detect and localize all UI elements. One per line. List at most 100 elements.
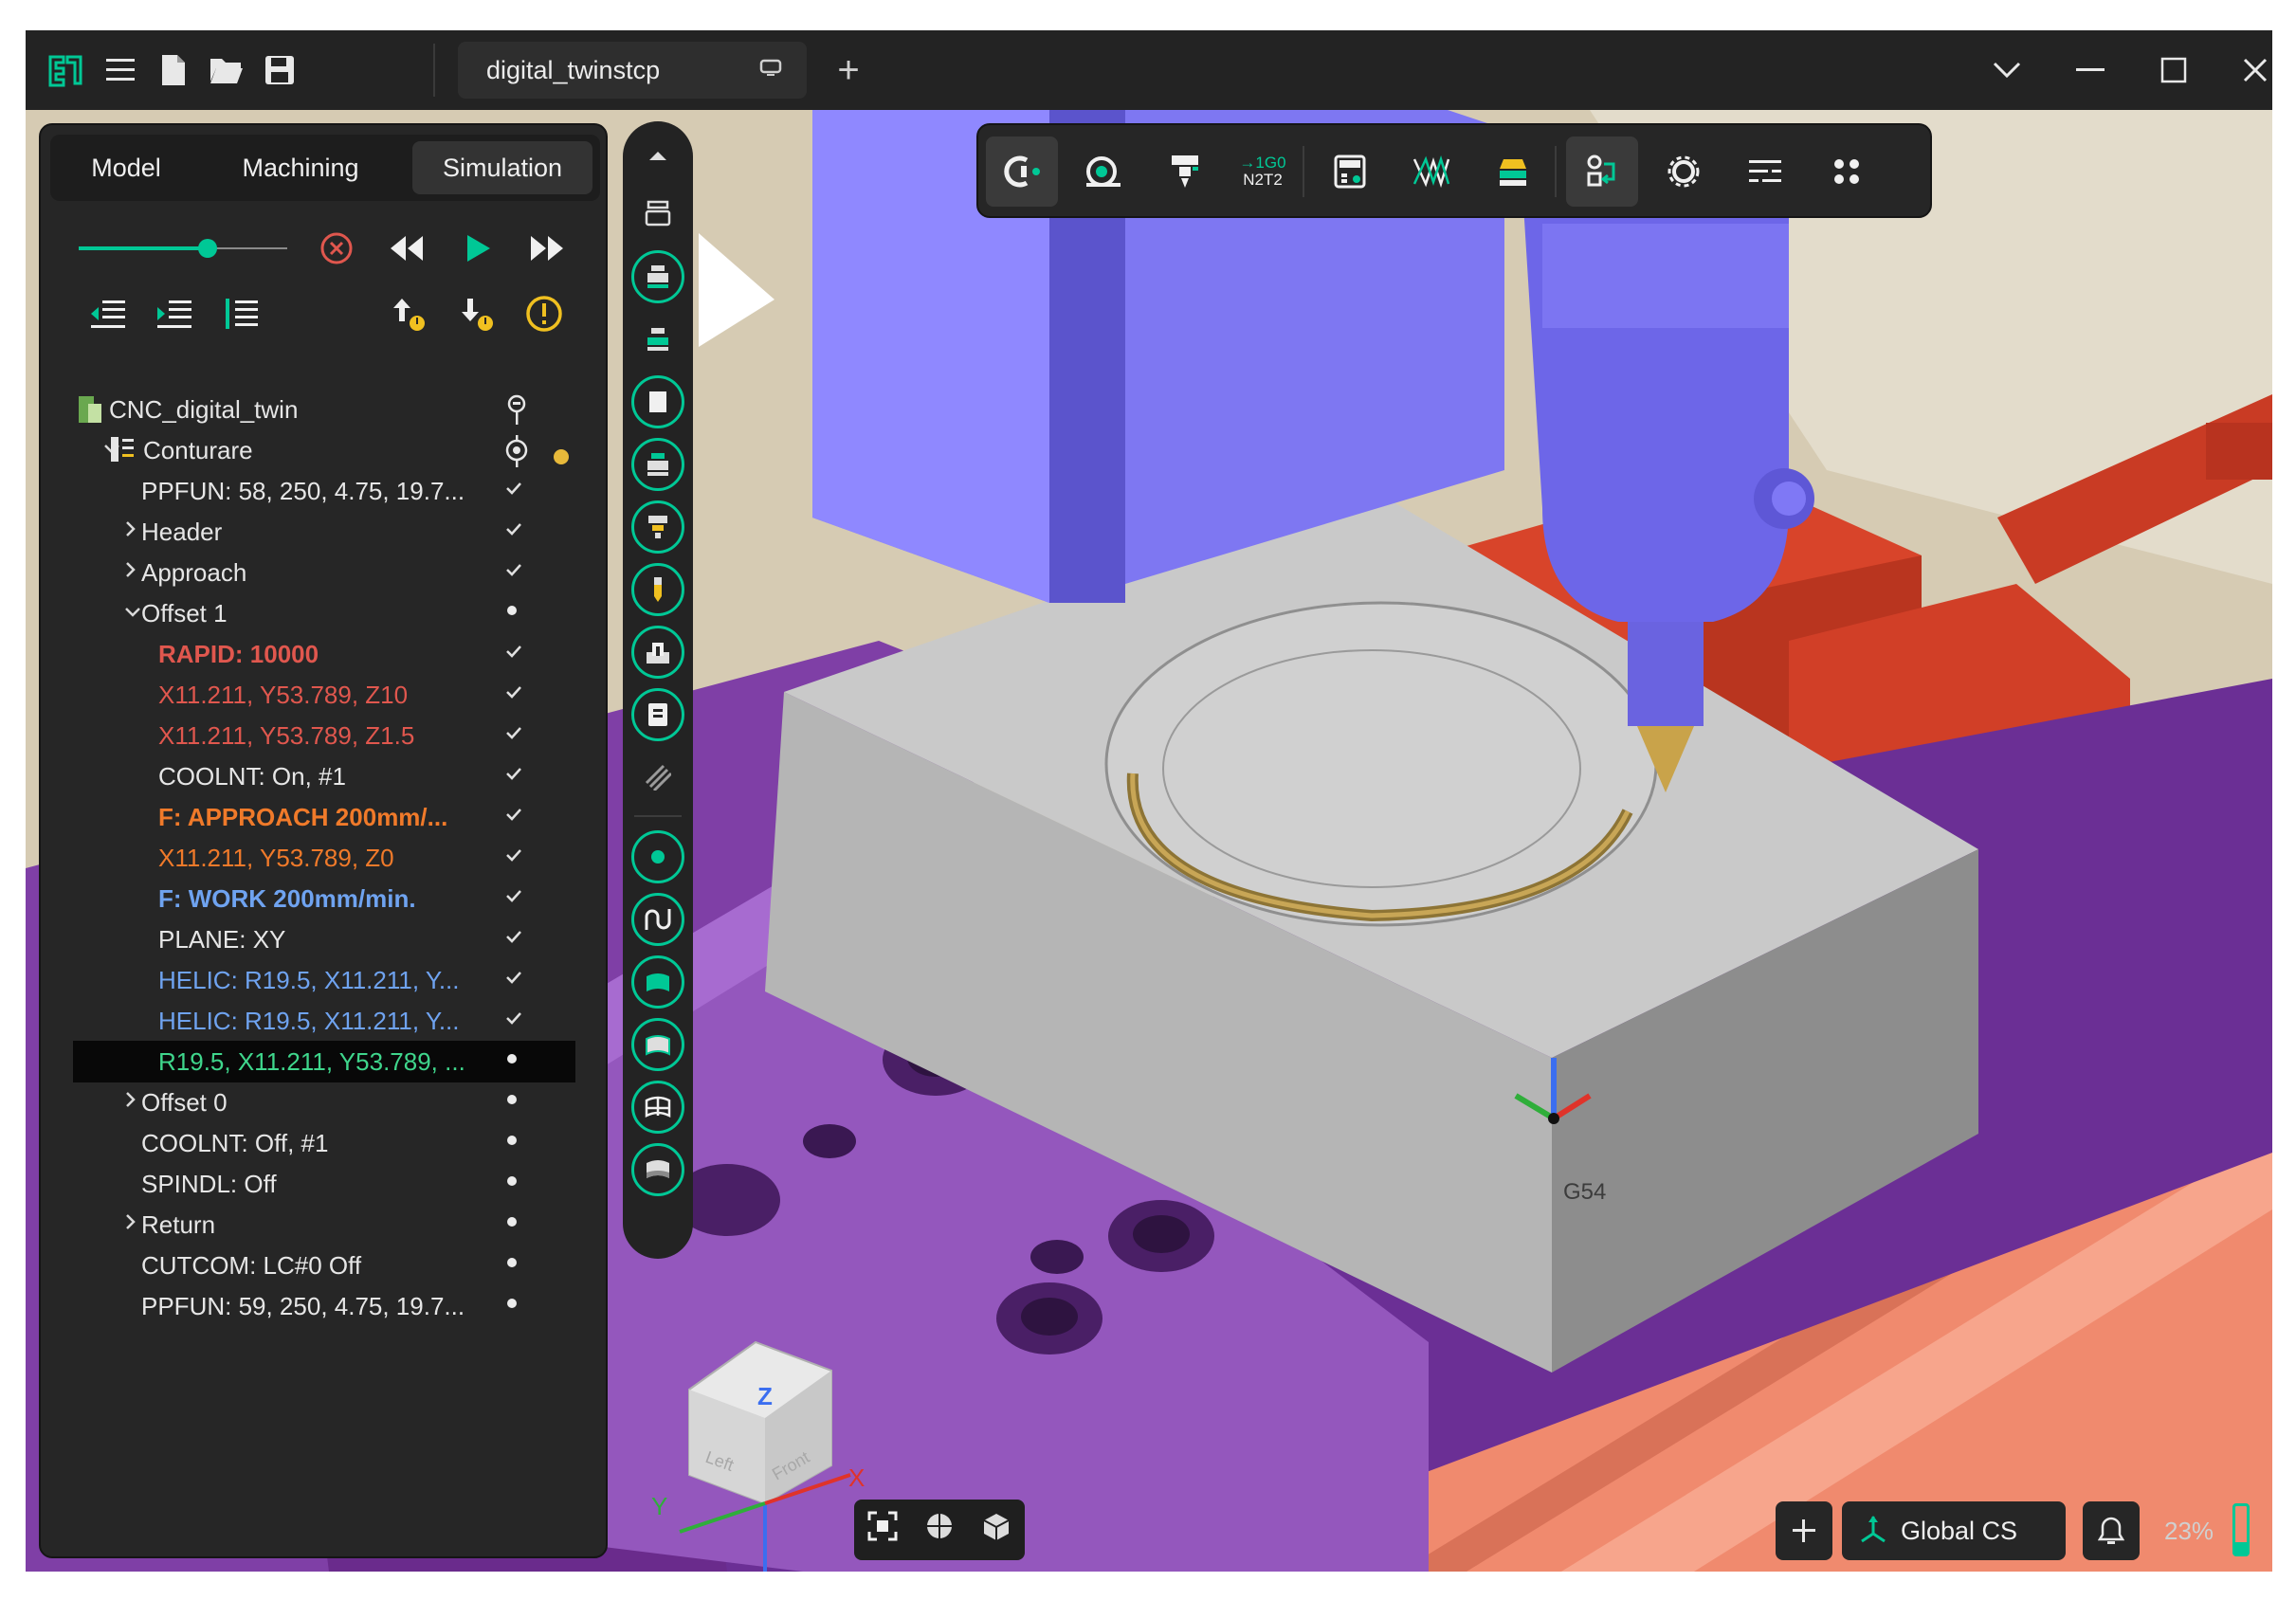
minimize-icon[interactable] — [2066, 45, 2115, 95]
check-icon[interactable] — [505, 843, 522, 867]
stock-icon[interactable] — [631, 250, 684, 303]
rewind-icon[interactable] — [382, 227, 429, 269]
tree-row[interactable]: COOLNT: Off, #1 — [41, 1122, 606, 1164]
tree-row[interactable]: X11.211, Y53.789, Z1.5 — [41, 715, 606, 756]
check-icon[interactable] — [505, 720, 522, 745]
tree-row[interactable]: F: WORK 200mm/min. — [41, 878, 606, 919]
tab-close-icon[interactable] — [759, 57, 782, 84]
indent-left-icon[interactable] — [84, 292, 132, 336]
tree-row[interactable]: Offset 0 — [41, 1082, 606, 1123]
workpiece-icon[interactable] — [631, 438, 684, 491]
tree-row[interactable]: CUTCOM: LC#0 Off — [41, 1245, 606, 1286]
list-numbered-icon[interactable] — [217, 292, 264, 336]
status-dot-icon[interactable] — [505, 1169, 519, 1193]
tree-row[interactable]: Header — [41, 511, 606, 553]
tab-model[interactable]: Model — [60, 141, 192, 194]
pin-icon[interactable] — [505, 394, 528, 432]
play-icon[interactable] — [454, 227, 501, 269]
maximize-icon[interactable] — [2149, 45, 2198, 95]
save-icon[interactable] — [255, 45, 304, 95]
tree-row[interactable]: Offset 1 — [41, 592, 606, 634]
status-dot-icon[interactable] — [505, 598, 519, 623]
tab-simulation[interactable]: Simulation — [412, 141, 592, 194]
tree-row[interactable]: X11.211, Y53.789, Z10 — [41, 674, 606, 716]
check-icon[interactable] — [505, 557, 522, 582]
check-icon[interactable] — [505, 639, 522, 664]
check-icon[interactable] — [505, 680, 522, 704]
view-cube-icon[interactable] — [981, 1511, 1011, 1549]
tree-row[interactable]: SPINDL: Off — [41, 1163, 606, 1205]
chevron-down-icon[interactable] — [1982, 45, 2032, 95]
notifications-bell-icon[interactable] — [2083, 1501, 2140, 1560]
simulation-speed-slider[interactable] — [79, 237, 287, 260]
tree-row[interactable]: CNC_digital_twin — [41, 389, 606, 432]
status-dot-icon[interactable] — [505, 1250, 519, 1275]
toolpath-icon[interactable] — [1395, 136, 1467, 207]
check-icon[interactable] — [505, 883, 522, 908]
new-tab-button[interactable]: + — [824, 45, 873, 95]
fixture-icon[interactable] — [631, 375, 684, 428]
machine-state-icon[interactable] — [1566, 136, 1638, 207]
view-sphere-icon[interactable] — [924, 1511, 955, 1549]
warning-icon[interactable] — [520, 292, 568, 336]
tree-row[interactable]: HELIC: R19.5, X11.211, Y... — [41, 1000, 606, 1042]
tree-row[interactable]: Return — [41, 1204, 606, 1245]
check-icon[interactable] — [505, 965, 522, 990]
tree-row[interactable]: Approach — [41, 552, 606, 593]
chevron-right-icon[interactable] — [124, 559, 137, 584]
tree-row[interactable]: COOLNT: On, #1 — [41, 755, 606, 797]
next-warning-icon[interactable] — [454, 292, 501, 336]
app-logo-icon[interactable] — [41, 45, 90, 95]
clamp-icon[interactable] — [631, 626, 684, 679]
check-icon[interactable] — [505, 517, 522, 541]
nc-code-icon[interactable]: →1G0 N2T2 — [1227, 136, 1299, 207]
more-options-icon[interactable] — [1811, 136, 1883, 207]
check-icon[interactable] — [505, 802, 522, 827]
hatch-icon[interactable] — [631, 751, 684, 804]
coordinate-system-selector[interactable]: Global CS — [1842, 1501, 2066, 1560]
check-icon[interactable] — [505, 1006, 522, 1030]
chevron-right-icon[interactable] — [124, 518, 137, 543]
target-icon[interactable] — [505, 435, 534, 473]
status-dot-icon[interactable] — [505, 1087, 519, 1112]
tree-row[interactable]: F: APPROACH 200mm/... — [41, 796, 606, 838]
chevron-right-icon[interactable] — [124, 1211, 137, 1236]
collapse-up-icon[interactable] — [631, 129, 684, 182]
stop-icon[interactable] — [316, 227, 357, 269]
tool-holder-icon[interactable] — [631, 500, 684, 554]
tree-row[interactable]: PLANE: XY — [41, 918, 606, 960]
tree-row[interactable]: RAPID: 10000 — [41, 633, 606, 675]
open-folder-icon[interactable] — [202, 45, 251, 95]
close-icon[interactable] — [2231, 45, 2272, 95]
machine-icon[interactable] — [631, 188, 684, 241]
tool-view-icon[interactable] — [1067, 136, 1139, 207]
check-icon[interactable] — [505, 924, 522, 949]
solid-icon[interactable] — [631, 1143, 684, 1196]
collision-check-icon[interactable] — [986, 136, 1058, 207]
check-icon[interactable] — [505, 761, 522, 786]
add-coordinate-system-button[interactable] — [1776, 1501, 1832, 1560]
tree-row[interactable]: R19.5, X11.211, Y53.789, ... — [73, 1041, 575, 1082]
material-removal-icon[interactable] — [1477, 136, 1549, 207]
previous-warning-icon[interactable] — [386, 292, 433, 336]
menu-icon[interactable] — [96, 45, 145, 95]
drill-tool-icon[interactable] — [631, 563, 684, 616]
tree-row[interactable]: PPFUN: 59, 250, 4.75, 19.7... — [41, 1285, 606, 1327]
program-icon[interactable] — [631, 688, 684, 741]
fit-view-icon[interactable] — [867, 1511, 898, 1549]
tree-row[interactable]: HELIC: R19.5, X11.211, Y... — [41, 959, 606, 1001]
document-tab[interactable]: digital_twinstcp — [458, 42, 807, 99]
check-icon[interactable] — [505, 476, 522, 500]
tree-row[interactable]: X11.211, Y53.789, Z0 — [41, 837, 606, 879]
settings-icon[interactable] — [1648, 136, 1720, 207]
controller-icon[interactable] — [1314, 136, 1386, 207]
spindle-icon[interactable] — [1149, 136, 1221, 207]
curve-icon[interactable] — [631, 893, 684, 946]
surface-outline-icon[interactable] — [631, 1018, 684, 1071]
tree-row[interactable]: PPFUN: 58, 250, 4.75, 19.7... — [41, 470, 606, 512]
options-list-icon[interactable] — [1729, 136, 1801, 207]
chevron-right-icon[interactable] — [124, 1089, 137, 1114]
new-file-icon[interactable] — [149, 45, 198, 95]
status-dot-icon[interactable] — [505, 1128, 519, 1153]
tree-row[interactable]: Conturare — [41, 429, 606, 473]
